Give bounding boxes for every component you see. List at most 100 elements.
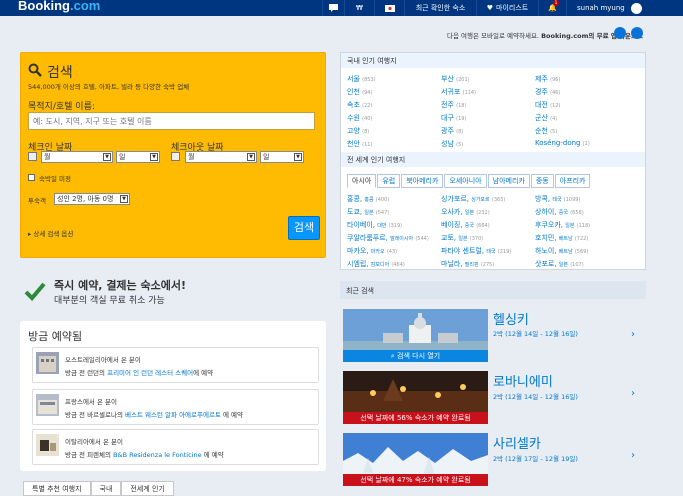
domestic-city-link[interactable]: 천안 (11) xyxy=(347,139,372,149)
domestic-title: 국내 인기 여행지 xyxy=(341,53,645,68)
currency-selector[interactable]: ₩ xyxy=(344,0,374,16)
domestic-city-link[interactable]: 성남 (5) xyxy=(441,139,463,149)
world-city-link[interactable]: 마닐라, 필리핀 (275) xyxy=(441,259,494,269)
booking-item: 이탈리아에서 온 분이 방금 전 피렌체의 B&B Residenza le F… xyxy=(32,429,319,465)
checkin-month-select[interactable]: 월 ▼ xyxy=(41,151,113,163)
search-title: 검색 xyxy=(47,65,73,81)
domestic-city-link[interactable]: 대구 (19) xyxy=(441,113,466,123)
language-flag-icon[interactable] xyxy=(374,0,404,16)
world-city-link[interactable]: 오사카, 일본 (232) xyxy=(441,207,490,217)
world-title: 전 세계 인기 여행지 xyxy=(341,152,645,167)
chat-icon[interactable] xyxy=(322,0,344,16)
android-icon[interactable] xyxy=(631,27,643,39)
tab-south-america[interactable]: 남아메리카 xyxy=(487,174,530,188)
recent-bookings-panel: 방금 예약됨 오스트레일리아에서 온 분이 방금 전 런던의 프리미어 인 런던… xyxy=(20,321,326,471)
checkin-calendar-icon[interactable] xyxy=(28,152,37,161)
advanced-options-link[interactable]: ▸ 상세 검색 옵션 xyxy=(28,228,73,238)
domestic-city-link[interactable]: 제주 (96) xyxy=(535,74,560,84)
hotel-thumbnail xyxy=(36,394,59,416)
search-button[interactable]: 검색 xyxy=(288,216,320,240)
chevron-right-icon[interactable]: › xyxy=(631,329,635,340)
recent-stay-dates: 2박 (12월 14일 - 12월 16일) xyxy=(493,393,578,401)
tab-asia[interactable]: 아시아 xyxy=(347,174,377,188)
hotel-thumbnail xyxy=(36,352,59,374)
domestic-city-link[interactable]: 서귀포 (114) xyxy=(441,87,476,97)
world-city-link[interactable]: 베이징, 중국 (664) xyxy=(441,220,490,230)
recent-city-name[interactable]: 헬싱키 xyxy=(493,309,529,328)
search-subtitle: 544,000개 이상의 호텔, 아파트, 빌라 등 다양한 숙박 업체 xyxy=(28,83,190,91)
world-city-link[interactable]: 교토, 일본 (370) xyxy=(441,233,483,243)
wishlist-link[interactable]: ♥ 마이리스트 xyxy=(476,0,538,16)
world-city-link[interactable]: 하노이, 베트남 (569) xyxy=(535,246,588,256)
world-city-link[interactable]: 상하이, 중국 (656) xyxy=(535,207,584,217)
recent-search-card-rovaniemi[interactable]: 선택 날짜에 56% 숙소가 예약 완료됨 xyxy=(343,371,488,424)
tab-worldwide[interactable]: 전세계 인기 xyxy=(121,481,174,496)
booking-item: 프랑스에서 온 분이 방금 전 바르셀로나의 베스트 웨스턴 알파 아에로푸에르… xyxy=(32,389,319,425)
domestic-city-link[interactable]: 군산 (4) xyxy=(535,113,557,123)
guests-select[interactable]: 성인 2명, 아동 0명 ▼ xyxy=(54,193,130,205)
notification-bell-icon[interactable]: 🔔 1 xyxy=(538,0,566,16)
user-menu[interactable]: sunah myung xyxy=(566,0,646,16)
chevron-right-icon[interactable]: › xyxy=(631,450,635,461)
world-city-link[interactable]: 싱가포르, 싱가포르 (365) xyxy=(441,194,505,204)
tab-north-america[interactable]: 북아메리카 xyxy=(401,174,444,188)
tab-africa[interactable]: 아프리카 xyxy=(554,174,591,188)
hotel-thumbnail xyxy=(36,434,59,456)
world-city-link[interactable]: 호치민, 베트남 (722) xyxy=(535,233,588,243)
tab-domestic[interactable]: 국내 xyxy=(90,481,122,496)
world-city-link[interactable]: 도쿄, 일본 (547) xyxy=(347,207,389,217)
region-tabs: 아시아 유럽 북아메리카 오세아니아 남아메리카 중동 아프리카 xyxy=(347,174,591,188)
destination-tabs: 특별 추천 여행지 국내 전세계 인기 xyxy=(23,481,174,496)
hotel-link[interactable]: 베스트 웨스턴 알파 아에로푸에르토 xyxy=(125,411,221,419)
recent-city-name[interactable]: 사리셀카 xyxy=(493,433,541,452)
availability-warning: 선택 날짜에 56% 숙소가 예약 완료됨 xyxy=(343,412,488,424)
world-city-link[interactable]: 마카오, 마카오 (43) xyxy=(347,246,397,256)
world-city-link[interactable]: 파타야 센트럴, 태국 (219) xyxy=(441,246,511,256)
tab-middle-east[interactable]: 중동 xyxy=(530,174,554,188)
domestic-city-link[interactable]: 순천 (5) xyxy=(535,126,557,136)
world-city-link[interactable]: 방콕, 태국 (1099) xyxy=(535,194,580,204)
tab-europe[interactable]: 유럽 xyxy=(377,174,401,188)
domestic-city-link[interactable]: Koséng-dong (1) xyxy=(535,139,590,147)
recently-viewed-link[interactable]: 최근 확인한 숙소 xyxy=(404,0,476,16)
domestic-city-link[interactable]: 광주 (8) xyxy=(441,126,463,136)
destination-input[interactable] xyxy=(28,112,315,130)
checkout-calendar-icon[interactable] xyxy=(171,152,180,161)
chevron-right-icon[interactable]: › xyxy=(631,388,635,399)
tab-featured[interactable]: 특별 추천 여행지 xyxy=(23,481,91,496)
domestic-city-link[interactable]: 속초 (22) xyxy=(347,100,372,110)
world-city-link[interactable]: 시엠립, 캄보디아 (464) xyxy=(347,259,405,269)
domestic-city-link[interactable]: 수원 (40) xyxy=(347,113,372,123)
domestic-city-link[interactable]: 전주 (18) xyxy=(441,100,466,110)
world-city-link[interactable]: 타이베이, 대만 (319) xyxy=(347,220,402,230)
search-icon xyxy=(28,63,42,77)
checkmark-icon xyxy=(24,282,46,301)
domestic-city-link[interactable]: 경주 (46) xyxy=(535,87,560,97)
recent-bookings-title: 방금 예약됨 xyxy=(28,330,83,343)
world-city-link[interactable]: 쿠알라룸푸르, 말레이시아 (544) xyxy=(347,233,429,243)
recent-search-card-saariselka[interactable]: 선택 날짜에 47% 숙소가 예약 완료됨 xyxy=(343,433,488,486)
domestic-city-link[interactable]: 고양 (8) xyxy=(347,126,369,136)
checkin-day-select[interactable]: 일 ▼ xyxy=(116,151,160,163)
hotel-link[interactable]: B&B Residenza le Fonticine xyxy=(113,451,202,459)
search-panel: 검색 544,000개 이상의 호텔, 아파트, 빌라 등 다양한 숙박 업체 … xyxy=(20,52,326,258)
booking-item: 오스트레일리아에서 온 분이 방금 전 런던의 프리미어 인 런던 레스터 스퀘… xyxy=(32,347,319,383)
booking-logo[interactable]: Booking.com xyxy=(18,0,100,13)
recent-city-name[interactable]: 로바니에미 xyxy=(493,371,553,390)
tab-oceania[interactable]: 오세아니아 xyxy=(444,174,487,188)
domestic-city-link[interactable]: 서울 (853) xyxy=(347,74,376,84)
world-city-link[interactable]: 후쿠오카, 일본 (118) xyxy=(535,220,590,230)
recent-search-card-helsinki[interactable]: ⌕ 검색 다시 열기 xyxy=(343,309,488,362)
domestic-city-link[interactable]: 인천 (94) xyxy=(347,87,372,97)
domestic-city-link[interactable]: 대전 (12) xyxy=(535,100,560,110)
apple-icon[interactable] xyxy=(614,27,626,39)
world-city-link[interactable]: 홍콩, 홍콩 (400) xyxy=(347,194,389,204)
undecided-checkbox[interactable] xyxy=(28,174,35,181)
hotel-link[interactable]: 프리미어 인 런던 레스터 스퀘어 xyxy=(107,369,193,377)
checkout-month-select[interactable]: 월 ▼ xyxy=(185,151,257,163)
avatar-icon xyxy=(630,2,642,14)
checkout-day-select[interactable]: 일 ▼ xyxy=(260,151,304,163)
search-again-button[interactable]: ⌕ 검색 다시 열기 xyxy=(343,350,488,362)
domestic-city-link[interactable]: 부산 (201) xyxy=(441,74,470,84)
world-city-link[interactable]: 삿포로, 일본 (107) xyxy=(535,259,584,269)
